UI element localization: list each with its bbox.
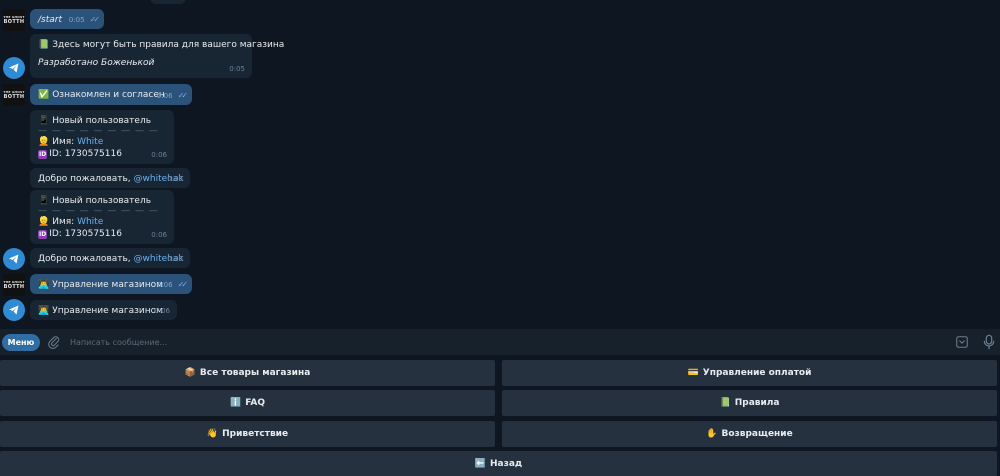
button-label: Все товары магазина (199, 368, 311, 378)
check-mark-icon: ✅ (38, 90, 50, 100)
message-time: 0:05 (229, 65, 245, 73)
message-text: Добро пожаловать, (38, 174, 131, 184)
message-meta: 0:06 (167, 173, 183, 185)
message-footer: Разработано Боженькой (38, 58, 155, 68)
previous-message-stub (150, 0, 186, 4)
book-icon: 📗 (38, 40, 50, 50)
paperclip-icon[interactable] (47, 335, 61, 349)
id-icon: ID (38, 150, 48, 159)
message-meta: 0:06 (151, 149, 167, 161)
book-icon: 📗 (719, 398, 731, 408)
name-value: White (77, 217, 104, 227)
button-label: Возвращение (721, 429, 793, 439)
all-products-button[interactable]: 📦 Все товары магазина (0, 360, 495, 386)
message-outgoing[interactable]: /start 0:05 ✓✓ (30, 9, 104, 29)
person-icon: 👱 (38, 217, 50, 227)
message-separator: — — — — — — — — — (38, 206, 159, 216)
message-incoming[interactable]: Добро пожаловать, @whitehak 0:06 (30, 168, 190, 188)
id-label: ID: 1730575116 (49, 149, 122, 159)
faq-button[interactable]: ℹ️ FAQ (0, 390, 495, 416)
message-title: Новый пользователь (52, 116, 152, 126)
chat-history[interactable]: THE GHOST BOTTH /start 0:05 ✓✓ 📗 Здесь мо… (0, 0, 1000, 329)
user-avatar[interactable]: THE GHOST BOTTH (3, 9, 25, 31)
message-separator: — — — — — — — — — (38, 126, 159, 136)
message-text: Ознакомлен и согласен (52, 90, 165, 100)
bot-avatar[interactable] (3, 57, 25, 79)
package-icon: 📦 (184, 368, 196, 378)
message-input-bar: Меню (0, 329, 1000, 355)
payment-settings-button[interactable]: 💳 Управление оплатой (502, 360, 997, 386)
message-incoming[interactable]: 📱 Новый пользователь — — — — — — — — — 👱 И… (30, 110, 174, 164)
message-outgoing[interactable]: 👨‍💻 Управление магазином 0:06 ✓✓ (30, 274, 192, 294)
button-label: Управление оплатой (702, 368, 812, 378)
button-label: FAQ (245, 398, 265, 408)
menu-button[interactable]: Меню (2, 334, 40, 351)
id-label: ID: 1730575116 (49, 229, 122, 239)
message-incoming[interactable]: 👨‍💻 Управление магазином 0:06 (30, 300, 177, 320)
message-time: 0:06 (151, 231, 167, 239)
message-text: Здесь могут быть правила для вашего мага… (52, 40, 285, 50)
message-meta: 0:06 (167, 253, 183, 265)
message-meta: 0:05 ✓✓ (68, 14, 101, 26)
message-meta: 0:05 (229, 63, 245, 75)
credit-card-icon: 💳 (687, 368, 699, 378)
message-time: 0:06 (151, 151, 167, 159)
message-time: 0:05 (68, 16, 85, 24)
rules-button[interactable]: 📗 Правила (502, 390, 997, 416)
message-input[interactable] (70, 333, 930, 351)
message-meta: 0:06 (154, 305, 170, 317)
message-time: 0:06 (156, 281, 173, 289)
waving-hand-icon: 👋 (206, 429, 219, 439)
double-check-icon: ✓✓ (89, 15, 101, 24)
message-time: 0:06 (154, 307, 170, 315)
double-check-icon: ✓✓ (177, 91, 189, 100)
bot-reply-keyboard: 📦 Все товары магазина 💳 Управление оплат… (0, 355, 1000, 476)
telegram-plane-icon (9, 254, 19, 264)
telegram-plane-icon (9, 305, 19, 315)
info-icon: ℹ️ (230, 398, 242, 408)
back-button[interactable]: ⬅️ Назад (0, 451, 997, 476)
message-title: Новый пользователь (52, 196, 152, 206)
message-text: /start (38, 15, 62, 25)
bot-avatar[interactable] (3, 248, 25, 270)
raised-hand-icon: ✋ (706, 429, 718, 439)
greeting-button[interactable]: 👋 Приветствие (0, 421, 495, 447)
id-icon: ID (38, 230, 48, 239)
button-label: Приветствие (222, 429, 289, 439)
message-outgoing[interactable]: ✅ Ознакомлен и согласен 0:06 ✓✓ (30, 84, 192, 105)
message-incoming[interactable]: 📗 Здесь могут быть правила для вашего маг… (30, 34, 284, 78)
message-meta: 0:06 ✓✓ (156, 279, 189, 291)
message-incoming[interactable]: 📱 Новый пользователь — — — — — — — — — 👱 И… (30, 190, 174, 244)
bot-keyboard-icon[interactable] (955, 335, 969, 349)
message-text: Добро пожаловать, (38, 254, 131, 264)
message-text: Управление магазином (52, 280, 163, 290)
double-check-icon: ✓✓ (177, 280, 189, 289)
button-label: Назад (490, 459, 523, 469)
name-value: White (77, 137, 104, 147)
message-time: 0:06 (167, 175, 183, 183)
button-label: Правила (734, 398, 780, 408)
telegram-plane-icon (9, 63, 19, 73)
message-meta: 0:06 (151, 229, 167, 241)
technologist-icon: 👨‍💻 (38, 280, 50, 290)
user-avatar[interactable]: THE GHOST BOTTH (3, 274, 25, 296)
refund-button[interactable]: ✋ Возвращение (502, 421, 997, 447)
message-text: Управление магазином (52, 306, 163, 316)
person-icon: 👱 (38, 137, 50, 147)
user-avatar[interactable]: THE GHOST BOTTH (3, 84, 25, 106)
name-label: Имя: (52, 137, 75, 147)
microphone-icon[interactable] (983, 334, 995, 350)
name-label: Имя: (52, 217, 75, 227)
message-time: 0:06 (167, 255, 183, 263)
bot-avatar[interactable] (3, 299, 25, 321)
message-incoming[interactable]: Добро пожаловать, @whitehak 0:06 (30, 248, 190, 268)
message-time: 0:06 (156, 92, 173, 100)
message-meta: 0:06 ✓✓ (156, 90, 189, 102)
left-arrow-icon: ⬅️ (474, 459, 487, 469)
technologist-icon: 👨‍💻 (38, 306, 50, 316)
